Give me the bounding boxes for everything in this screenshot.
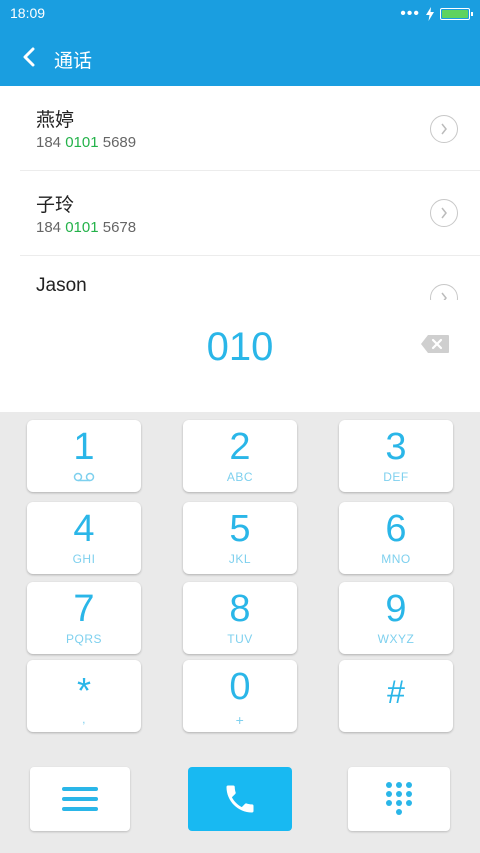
call-button[interactable] — [188, 767, 292, 831]
number-suffix: 5689 — [98, 134, 137, 151]
key-4[interactable]: 4 GHI — [27, 502, 141, 574]
app-bar: 通话 — [0, 28, 480, 86]
key-letters: + — [235, 712, 245, 728]
key-star[interactable]: * , — [27, 660, 141, 732]
key-digit: 8 — [229, 588, 251, 630]
contact-item[interactable]: Jason — [0, 256, 480, 300]
key-letters: PQRS — [65, 632, 102, 646]
key-digit: 6 — [385, 508, 407, 550]
contact-number: 184 0101 5689 — [36, 134, 136, 151]
key-hash[interactable]: # — [339, 660, 453, 732]
contact-item[interactable]: 燕婷 184 0101 5689 — [0, 86, 480, 171]
key-6[interactable]: 6 MNO — [339, 502, 453, 574]
number-match: 0101 — [65, 219, 99, 236]
backspace-button[interactable] — [420, 334, 450, 354]
key-letters: JKL — [228, 552, 252, 566]
key-1[interactable]: 1 — [27, 420, 141, 492]
chevron-right-icon — [441, 123, 447, 135]
status-bar: 18:09 ••• — [0, 0, 480, 28]
key-letters: DEF — [383, 470, 409, 484]
key-letters: TUV — [227, 632, 253, 646]
phone-icon — [226, 785, 254, 813]
key-digit: 7 — [73, 588, 95, 630]
number-prefix: 184 — [36, 219, 66, 236]
key-7[interactable]: 7 PQRS — [27, 582, 141, 654]
chevron-left-icon — [23, 47, 35, 67]
menu-icon — [62, 787, 98, 811]
key-5[interactable]: 5 JKL — [183, 502, 297, 574]
contact-item[interactable]: 子玲 184 0101 5678 — [0, 171, 480, 256]
contact-name: 子玲 — [36, 195, 75, 216]
contact-name: 燕婷 — [36, 110, 75, 131]
key-letters: WXYZ — [377, 632, 415, 646]
back-button[interactable] — [14, 42, 44, 72]
number-prefix: 184 — [36, 134, 66, 151]
key-letters: , — [82, 712, 86, 726]
dialpad-toggle-button[interactable] — [348, 767, 450, 831]
number-suffix: 5678 — [98, 219, 137, 236]
dial-input-area: 010 — [0, 300, 480, 412]
key-symbol: * — [76, 670, 91, 711]
chevron-right-icon — [441, 292, 447, 300]
contact-detail-button[interactable] — [430, 199, 458, 227]
signal-dots-icon: ••• — [400, 5, 420, 22]
contact-name: Jason — [36, 275, 87, 296]
key-digit: 3 — [385, 426, 407, 468]
key-symbol: # — [387, 674, 405, 710]
key-2[interactable]: 2 ABC — [183, 420, 297, 492]
number-match: 0101 — [65, 134, 99, 151]
key-digit: 4 — [73, 508, 95, 550]
key-letters: ABC — [226, 470, 254, 484]
key-3[interactable]: 3 DEF — [339, 420, 453, 492]
voicemail-icon — [73, 472, 95, 482]
dialpad-icon — [386, 782, 412, 815]
page-title: 通话 — [54, 51, 93, 72]
backspace-icon — [421, 335, 449, 353]
dialed-number: 010 — [206, 325, 274, 369]
key-letters: MNO — [381, 552, 411, 566]
key-0[interactable]: 0 + — [183, 660, 297, 732]
key-digit: 1 — [73, 426, 95, 468]
key-letters: GHI — [72, 552, 96, 566]
status-time: 18:09 — [10, 5, 46, 21]
key-digit: 5 — [229, 508, 251, 550]
key-digit: 2 — [229, 426, 251, 468]
key-9[interactable]: 9 WXYZ — [339, 582, 453, 654]
contact-detail-button[interactable] — [430, 284, 458, 300]
status-icons: ••• — [400, 5, 473, 22]
key-digit: 9 — [385, 588, 407, 630]
charging-icon — [426, 7, 434, 21]
battery-icon — [440, 8, 473, 20]
contact-number: 184 0101 5678 — [36, 219, 136, 236]
battery-fill — [442, 10, 468, 18]
menu-button[interactable] — [30, 767, 130, 831]
chevron-right-icon — [441, 207, 447, 219]
key-8[interactable]: 8 TUV — [183, 582, 297, 654]
key-digit: 0 — [229, 666, 251, 708]
contact-detail-button[interactable] — [430, 115, 458, 143]
